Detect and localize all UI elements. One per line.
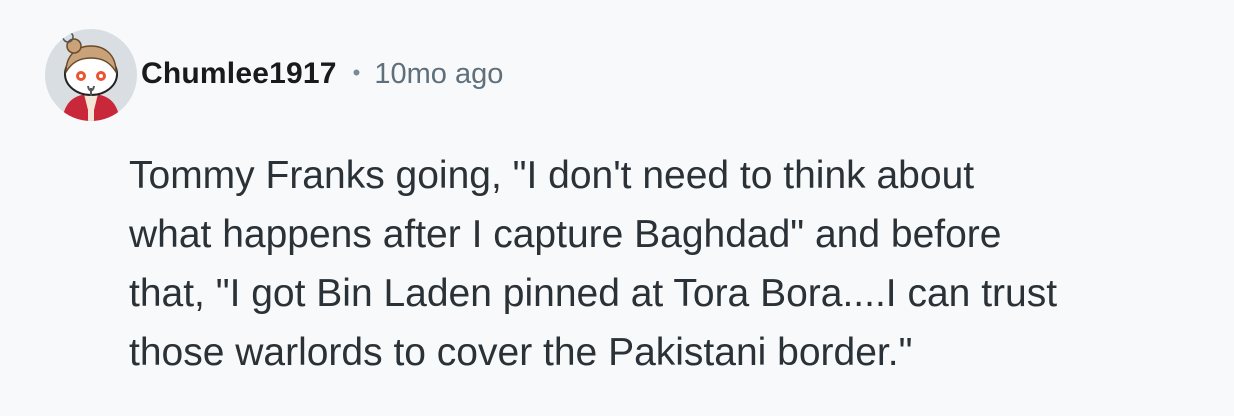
comment-body-line: what happens after I capture Baghdad" an… (129, 213, 1002, 256)
comment-body-line: those warlords to cover the Pakistani bo… (129, 331, 913, 374)
snoo-avatar-icon (45, 29, 137, 121)
separator-dot: • (352, 60, 361, 85)
comment-body: Tommy Franks going, "I don't need to thi… (129, 146, 1209, 382)
timestamp[interactable]: 10mo ago (374, 58, 503, 91)
comment-body-line: Tommy Franks going, "I don't need to thi… (129, 154, 975, 197)
comment-body-line: that, "I got Bin Laden pinned at Tora Bo… (129, 272, 1058, 315)
comment: Chumlee1917 • 10mo ago Tommy Franks goin… (0, 0, 1234, 416)
username-link[interactable]: Chumlee1917 (141, 57, 337, 91)
comment-header: Chumlee1917 • 10mo ago (141, 52, 503, 96)
user-avatar[interactable] (44, 28, 138, 122)
